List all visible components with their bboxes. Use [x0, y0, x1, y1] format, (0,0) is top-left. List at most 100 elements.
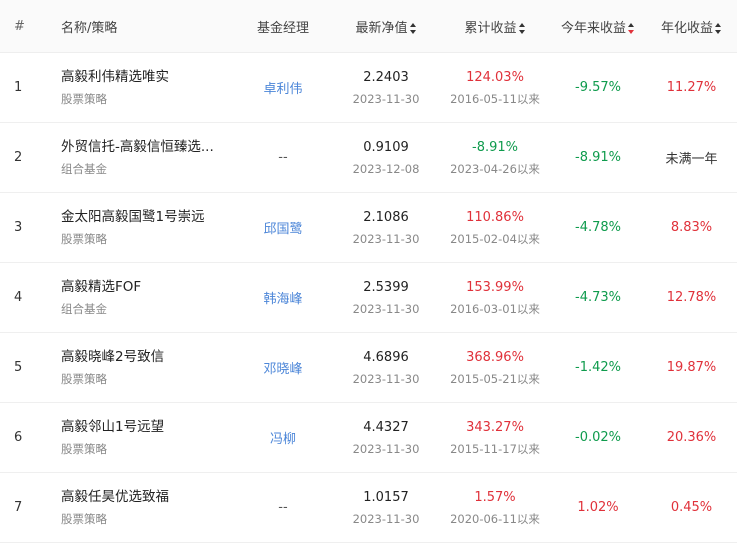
- row-index: 6: [14, 430, 23, 445]
- manager-name[interactable]: 韩海峰: [263, 292, 302, 307]
- sort-icon[interactable]: [715, 22, 722, 34]
- ytd-return: -9.57%: [575, 80, 621, 95]
- row-nav-cell: 2.2403 2023-11-30: [332, 69, 440, 107]
- header-annualized[interactable]: 年化收益: [646, 17, 737, 36]
- table-row[interactable]: 7 高毅任昊优选致福 股票策略 -- 1.0157 2023-11-30 1.5…: [0, 473, 737, 543]
- fund-name-link[interactable]: 高毅精选FOF: [61, 278, 231, 296]
- header-index: #: [14, 18, 25, 34]
- fund-strategy: 股票策略: [61, 232, 107, 246]
- header-ytd[interactable]: 今年来收益: [550, 17, 646, 36]
- header-manager: 基金经理: [256, 20, 309, 36]
- annualized-return: 20.36%: [666, 430, 717, 445]
- cumulative-since: 2015-02-04以来: [450, 231, 540, 246]
- row-cumulative-cell: -8.91% 2023-04-26以来: [440, 139, 550, 177]
- row-annualized-cell: 19.87%: [646, 360, 737, 375]
- nav-date: 2023-11-30: [352, 371, 420, 386]
- fund-name-link[interactable]: 高毅利伟精选唯实: [61, 68, 231, 86]
- row-annualized-cell: 0.45%: [646, 500, 737, 515]
- row-ytd-cell: -9.57%: [550, 80, 646, 95]
- fund-name-link[interactable]: 金太阳高毅国鹭1号崇远: [61, 208, 231, 226]
- manager-name: --: [278, 150, 288, 165]
- row-cumulative-cell: 343.27% 2015-11-17以来: [440, 419, 550, 457]
- nav-value: 4.6896: [363, 349, 409, 365]
- sort-icon-active[interactable]: [628, 22, 635, 34]
- cumulative-return: 368.96%: [466, 349, 524, 365]
- row-cumulative-cell: 368.96% 2015-05-21以来: [440, 349, 550, 387]
- annualized-return: 19.87%: [666, 360, 717, 375]
- ytd-return: 1.02%: [577, 500, 619, 515]
- manager-name[interactable]: 卓利伟: [263, 82, 302, 97]
- row-index: 4: [14, 290, 23, 305]
- ytd-return: -4.78%: [575, 220, 621, 235]
- manager-name[interactable]: 邱国鹭: [263, 222, 302, 237]
- table-row[interactable]: 4 高毅精选FOF 组合基金 韩海峰 2.5399 2023-11-30 153…: [0, 263, 737, 333]
- fund-name-link[interactable]: 高毅任昊优选致福: [61, 488, 231, 506]
- fund-name-link[interactable]: 外贸信托-高毅信恒臻选...: [61, 138, 231, 156]
- table-row[interactable]: 6 高毅邻山1号远望 股票策略 冯柳 4.4327 2023-11-30 343…: [0, 403, 737, 473]
- header-name: 名称/策略: [61, 20, 118, 36]
- row-ytd-cell: -8.91%: [550, 150, 646, 165]
- nav-value: 4.4327: [363, 419, 409, 435]
- header-cumulative[interactable]: 累计收益: [440, 17, 550, 36]
- row-annualized-cell: 20.36%: [646, 430, 737, 445]
- fund-name-link[interactable]: 高毅晓峰2号致信: [61, 348, 231, 366]
- row-name-cell: 高毅邻山1号远望 股票策略: [49, 418, 234, 457]
- fund-strategy: 组合基金: [61, 162, 107, 176]
- table-body: 1 高毅利伟精选唯实 股票策略 卓利伟 2.2403 2023-11-30 12…: [0, 53, 737, 543]
- table-row[interactable]: 1 高毅利伟精选唯实 股票策略 卓利伟 2.2403 2023-11-30 12…: [0, 53, 737, 123]
- row-cumulative-cell: 110.86% 2015-02-04以来: [440, 209, 550, 247]
- nav-date: 2023-11-30: [352, 511, 420, 526]
- row-annualized-cell: 8.83%: [646, 220, 737, 235]
- row-index: 5: [14, 360, 23, 375]
- row-manager-cell: 卓利伟: [234, 78, 332, 97]
- table-header: # 名称/策略 基金经理 最新净值 累计收益 今年来收益 年化收益: [0, 0, 737, 53]
- row-nav-cell: 2.1086 2023-11-30: [332, 209, 440, 247]
- nav-value: 0.9109: [363, 139, 409, 155]
- row-index: 7: [14, 500, 23, 515]
- header-nav-label: 最新净值: [355, 20, 408, 36]
- nav-date: 2023-11-30: [352, 91, 420, 106]
- row-ytd-cell: 1.02%: [550, 500, 646, 515]
- ytd-return: -8.91%: [575, 150, 621, 165]
- row-cumulative-cell: 124.03% 2016-05-11以来: [440, 69, 550, 107]
- header-cumulative-label: 累计收益: [464, 20, 517, 36]
- fund-strategy: 股票策略: [61, 512, 107, 526]
- fund-strategy: 组合基金: [61, 302, 107, 316]
- cumulative-since: 2015-05-21以来: [450, 371, 540, 386]
- row-cumulative-cell: 1.57% 2020-06-11以来: [440, 489, 550, 527]
- row-manager-cell: --: [234, 500, 332, 515]
- table-row[interactable]: 2 外贸信托-高毅信恒臻选... 组合基金 -- 0.9109 2023-12-…: [0, 123, 737, 193]
- cumulative-return: 153.99%: [466, 279, 524, 295]
- row-manager-cell: --: [234, 150, 332, 165]
- row-manager-cell: 韩海峰: [234, 288, 332, 307]
- cumulative-return: 343.27%: [466, 419, 524, 435]
- header-nav[interactable]: 最新净值: [332, 17, 440, 36]
- cumulative-since: 2015-11-17以来: [450, 441, 540, 456]
- row-name-cell: 外贸信托-高毅信恒臻选... 组合基金: [49, 138, 234, 177]
- fund-strategy: 股票策略: [61, 442, 107, 456]
- manager-name[interactable]: 冯柳: [270, 432, 296, 447]
- sort-icon[interactable]: [518, 22, 526, 34]
- row-nav-cell: 4.4327 2023-11-30: [332, 419, 440, 457]
- nav-value: 2.5399: [363, 279, 409, 295]
- annualized-return: 12.78%: [666, 290, 717, 305]
- ytd-return: -4.73%: [575, 290, 621, 305]
- sort-icon[interactable]: [409, 22, 417, 34]
- row-nav-cell: 2.5399 2023-11-30: [332, 279, 440, 317]
- row-nav-cell: 1.0157 2023-11-30: [332, 489, 440, 527]
- row-manager-cell: 邓晓峰: [234, 358, 332, 377]
- cumulative-since: 2016-03-01以来: [450, 301, 540, 316]
- row-ytd-cell: -0.02%: [550, 430, 646, 445]
- table-row[interactable]: 3 金太阳高毅国鹭1号崇远 股票策略 邱国鹭 2.1086 2023-11-30…: [0, 193, 737, 263]
- row-nav-cell: 4.6896 2023-11-30: [332, 349, 440, 387]
- row-manager-cell: 邱国鹭: [234, 218, 332, 237]
- nav-date: 2023-11-30: [352, 441, 420, 456]
- manager-name[interactable]: 邓晓峰: [263, 362, 302, 377]
- table-row[interactable]: 5 高毅晓峰2号致信 股票策略 邓晓峰 4.6896 2023-11-30 36…: [0, 333, 737, 403]
- nav-value: 2.2403: [363, 69, 409, 85]
- row-index: 3: [14, 220, 23, 235]
- fund-name-link[interactable]: 高毅邻山1号远望: [61, 418, 231, 436]
- annualized-return: 0.45%: [670, 500, 713, 515]
- ytd-return: -0.02%: [575, 430, 621, 445]
- fund-strategy: 股票策略: [61, 92, 107, 106]
